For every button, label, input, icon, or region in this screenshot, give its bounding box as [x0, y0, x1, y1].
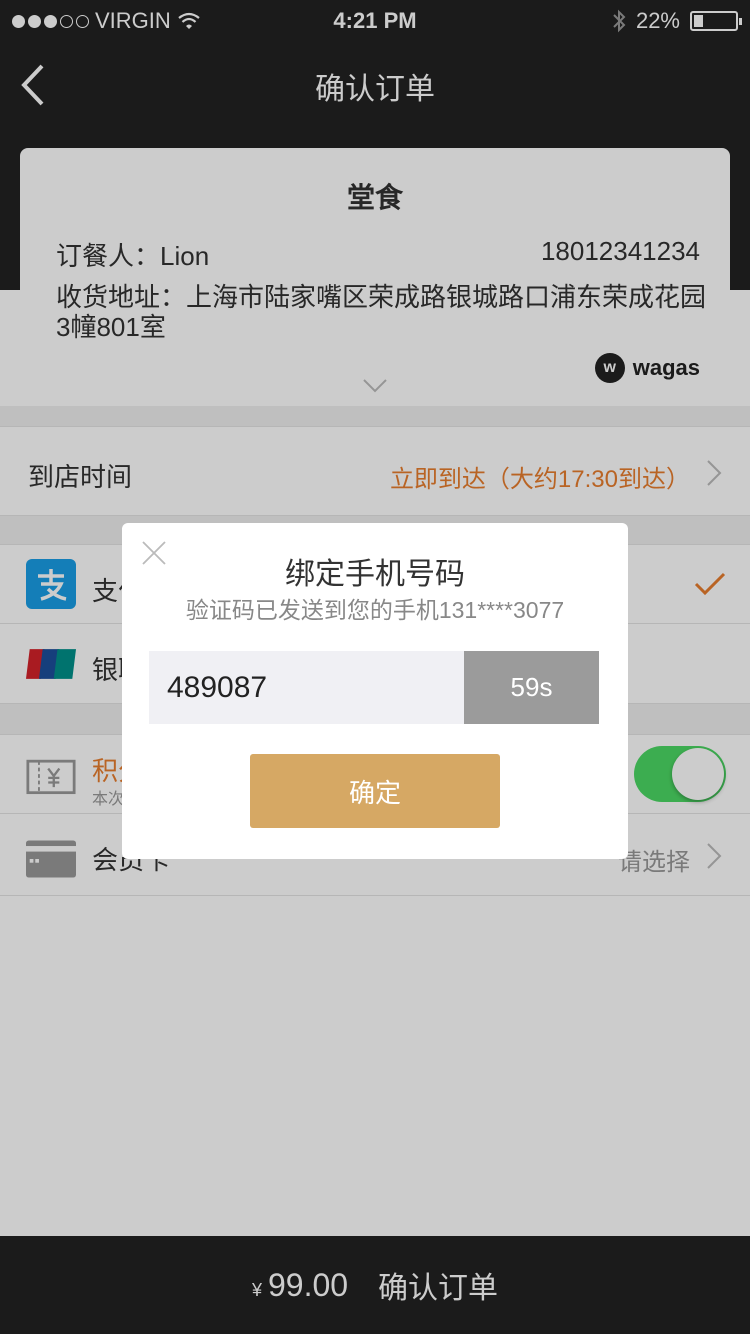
dialog-title: 绑定手机号码 — [285, 558, 465, 591]
verification-code-input[interactable] — [149, 651, 465, 724]
confirm-button[interactable]: 确定 — [250, 754, 500, 828]
resend-countdown[interactable]: 59s — [464, 651, 599, 724]
dialog-subtitle: 验证码已发送到您的手机131****3077 — [185, 597, 565, 623]
bind-phone-dialog: 绑定手机号码 验证码已发送到您的手机131****3077 59s 确定 — [122, 523, 628, 859]
